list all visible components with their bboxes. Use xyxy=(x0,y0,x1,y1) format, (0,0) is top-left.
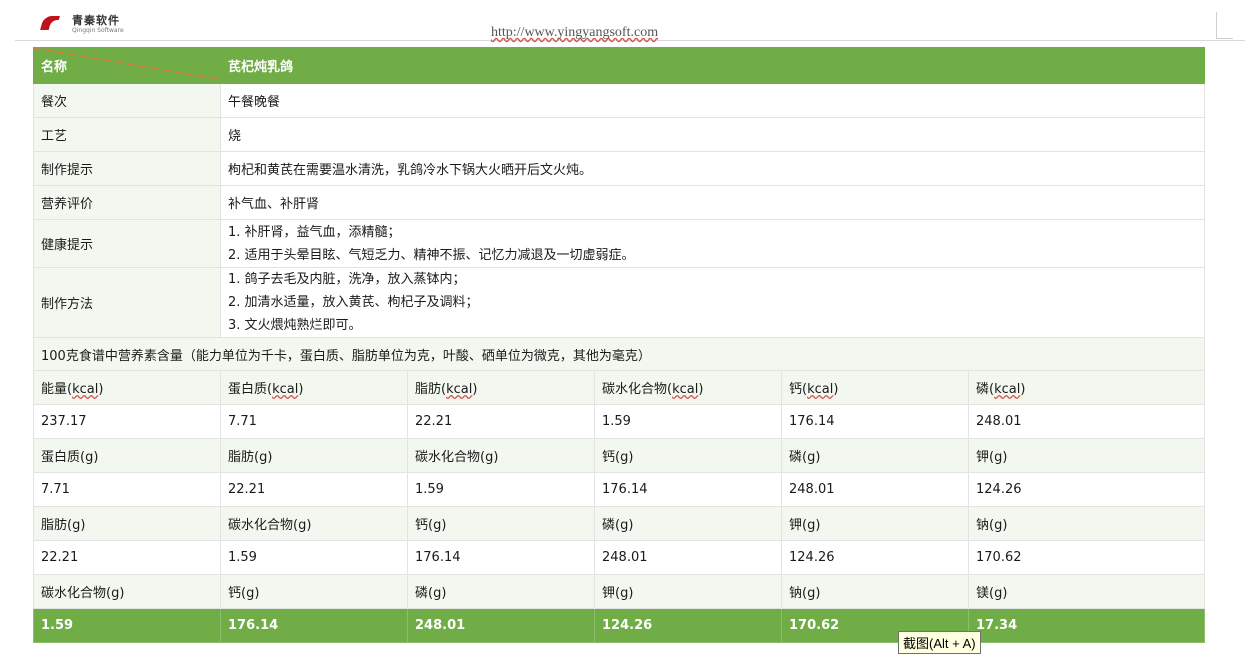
recipe-table: 名称 芪杞炖乳鸽 餐次 午餐晚餐 工艺烧制作提示 枸杞和黄芪在需要温水清洗，乳鸽冷水下… xyxy=(32,47,1206,643)
nutrient-name: 钠(g) xyxy=(781,574,969,609)
name-label: 名称 xyxy=(41,60,68,75)
nutrient-name: 钾(g) xyxy=(594,574,782,609)
nutrient-name: 碳水化合物(kcal) xyxy=(594,370,782,405)
nutrient-value: 248.01 xyxy=(967,404,1206,439)
nutrient-value: 176.14 xyxy=(594,472,782,507)
info-value: 烧 xyxy=(219,117,1206,152)
info-value-line: 1. 补肝肾，益气血，添精髓； xyxy=(228,224,401,240)
nutrient-value: 7.71 xyxy=(33,472,221,507)
nutrient-name: 钙(g) xyxy=(220,574,408,609)
nutrient-value: 170.62 xyxy=(967,540,1206,575)
nutrient-name: 钙(g) xyxy=(407,506,595,541)
nutrient-value: 176.14 xyxy=(220,608,408,643)
nutrient-total-row: 1.59 176.14 248.01 124.26 170.62 17.34 xyxy=(33,608,1206,643)
nutrient-name: 钠(g) xyxy=(967,506,1206,541)
logo: 青秦软件 Qingqin Software xyxy=(40,13,124,34)
nutrient-name: 钙(kcal) xyxy=(781,370,969,405)
info-row: 餐次 午餐晚餐 xyxy=(33,83,1206,118)
nutrition-note-row: 100克食谱中营养素含量（能力单位为千卡，蛋白质、脂肪单位为克，叶酸、硒单位为微… xyxy=(32,337,1206,371)
nutrient-value-row: 7.71 22.21 1.59 176.14 248.01 124.26 xyxy=(33,472,1206,507)
nutrient-name: 蛋白质(kcal) xyxy=(220,370,408,405)
info-label: 制作方法 xyxy=(33,267,221,338)
info-row: 健康提示 1. 补肝肾，益气血，添精髓； 2. 适用于头晕目眩、气短乏力、精神不振、… xyxy=(33,219,1206,268)
nutrient-name: 碳水化合物(g) xyxy=(407,438,595,473)
info-row: 工艺烧 xyxy=(33,117,1206,152)
nutrient-value: 248.01 xyxy=(407,608,595,643)
nutrient-value-row: 237.17 7.71 22.21 1.59 176.14 248.01 xyxy=(33,404,1206,439)
nutrient-value: 124.26 xyxy=(967,472,1206,507)
nutrient-value: 22.21 xyxy=(220,472,408,507)
nutrient-header-row: 脂肪(g) 碳水化合物(g) 钙(g) 磷(g) 钾(g) 钠(g) xyxy=(33,506,1206,541)
nutrient-value: 248.01 xyxy=(594,540,782,575)
info-value: 午餐晚餐 xyxy=(219,83,1206,118)
nutrient-name: 碳水化合物(g) xyxy=(33,574,221,609)
nutrient-value: 1.59 xyxy=(220,540,408,575)
info-value-line: 2. 适用于头晕目眩、气短乏力、精神不振、记忆力减退及一切虚弱症。 xyxy=(228,247,635,263)
page-corner-marker xyxy=(1216,12,1233,39)
nutrient-value: 7.71 xyxy=(220,404,408,439)
recipe-name: 芪杞炖乳鸽 xyxy=(219,47,1206,84)
logo-text-cn: 青秦软件 xyxy=(72,13,120,27)
nutrient-name: 镁(g) xyxy=(967,574,1206,609)
nutrient-name: 脂肪(kcal) xyxy=(407,370,595,405)
info-label: 工艺 xyxy=(33,117,221,152)
info-row: 营养评价 补气血、补肝肾 xyxy=(33,185,1206,220)
info-value: 1. 鸽子去毛及内脏，洗净，放入蒸钵内； 2. 加清水适量，放入黄芪、枸杞子及调料… xyxy=(219,267,1206,338)
logo-text-en: Qingqin Software xyxy=(72,26,124,34)
nutrient-name: 脂肪(g) xyxy=(33,506,221,541)
nutrient-value: 17.34 xyxy=(967,608,1206,643)
nutrient-header-row: 碳水化合物(g) 钙(g) 磷(g) 钾(g) 钠(g) 镁(g) xyxy=(33,574,1206,609)
nutrient-name: 钾(g) xyxy=(781,506,969,541)
nutrient-value: 22.21 xyxy=(33,540,221,575)
nutrient-value: 176.14 xyxy=(407,540,595,575)
screenshot-tooltip: 截图(Alt + A) xyxy=(898,631,981,654)
nutrient-value: 176.14 xyxy=(781,404,969,439)
table-header-row: 名称 芪杞炖乳鸽 xyxy=(33,47,1206,84)
nutrient-name: 能量(kcal) xyxy=(33,370,221,405)
nutrient-name: 磷(g) xyxy=(594,506,782,541)
logo-mark-icon xyxy=(40,14,68,34)
info-value-line: 3. 文火煨炖熟烂即可。 xyxy=(228,318,362,333)
nutrient-name: 钾(g) xyxy=(967,438,1206,473)
nutrition-note: 100克食谱中营养素含量（能力单位为千卡，蛋白质、脂肪单位为克，叶酸、硒单位为微… xyxy=(32,337,1206,371)
nutrient-value-row: 22.21 1.59 176.14 248.01 124.26 170.62 xyxy=(33,540,1206,575)
name-label-cell: 名称 xyxy=(33,47,221,84)
nutrient-value: 1.59 xyxy=(407,472,595,507)
info-value: 枸杞和黄芪在需要温水清洗，乳鸽冷水下锅大火晒开后文火炖。 xyxy=(219,151,1206,186)
nutrient-header-row: 蛋白质(g) 脂肪(g) 碳水化合物(g) 钙(g) 磷(g) 钾(g) xyxy=(33,438,1206,473)
nutrient-value: 124.26 xyxy=(594,608,782,643)
info-row: 制作提示 枸杞和黄芪在需要温水清洗，乳鸽冷水下锅大火晒开后文火炖。 xyxy=(33,151,1206,186)
info-label: 制作提示 xyxy=(33,151,221,186)
nutrient-name: 碳水化合物(g) xyxy=(220,506,408,541)
nutrient-value: 248.01 xyxy=(781,472,969,507)
nutrient-value: 1.59 xyxy=(594,404,782,439)
nutrient-value: 1.59 xyxy=(33,608,221,643)
nutrient-name: 钙(g) xyxy=(594,438,782,473)
nutrient-name: 磷(kcal) xyxy=(967,370,1206,405)
header-url[interactable]: http://www.yingyangsoft.com xyxy=(491,25,658,41)
nutrient-header-row: 能量(kcal) 蛋白质(kcal) 脂肪(kcal) 碳水化合物(kcal) 钙(kc… xyxy=(33,370,1206,405)
nutrient-value: 237.17 xyxy=(33,404,221,439)
info-row: 制作方法 1. 鸽子去毛及内脏，洗净，放入蒸钵内； 2. 加清水适量，放入黄芪、枸杞… xyxy=(33,267,1206,338)
nutrient-value: 124.26 xyxy=(781,540,969,575)
info-value-line: 2. 加清水适量，放入黄芪、枸杞子及调料； xyxy=(228,295,479,310)
nutrient-name: 蛋白质(g) xyxy=(33,438,221,473)
nutrient-name: 磷(g) xyxy=(781,438,969,473)
nutrient-name: 磷(g) xyxy=(407,574,595,609)
nutrient-value: 22.21 xyxy=(407,404,595,439)
nutrient-name: 脂肪(g) xyxy=(220,438,408,473)
info-label: 健康提示 xyxy=(33,219,221,268)
info-label: 餐次 xyxy=(33,83,221,118)
info-value-line: 1. 鸽子去毛及内脏，洗净，放入蒸钵内； xyxy=(228,272,466,287)
info-value: 1. 补肝肾，益气血，添精髓； 2. 适用于头晕目眩、气短乏力、精神不振、记忆力减… xyxy=(219,219,1206,268)
info-value: 补气血、补肝肾 xyxy=(219,185,1206,220)
info-label: 营养评价 xyxy=(33,185,221,220)
